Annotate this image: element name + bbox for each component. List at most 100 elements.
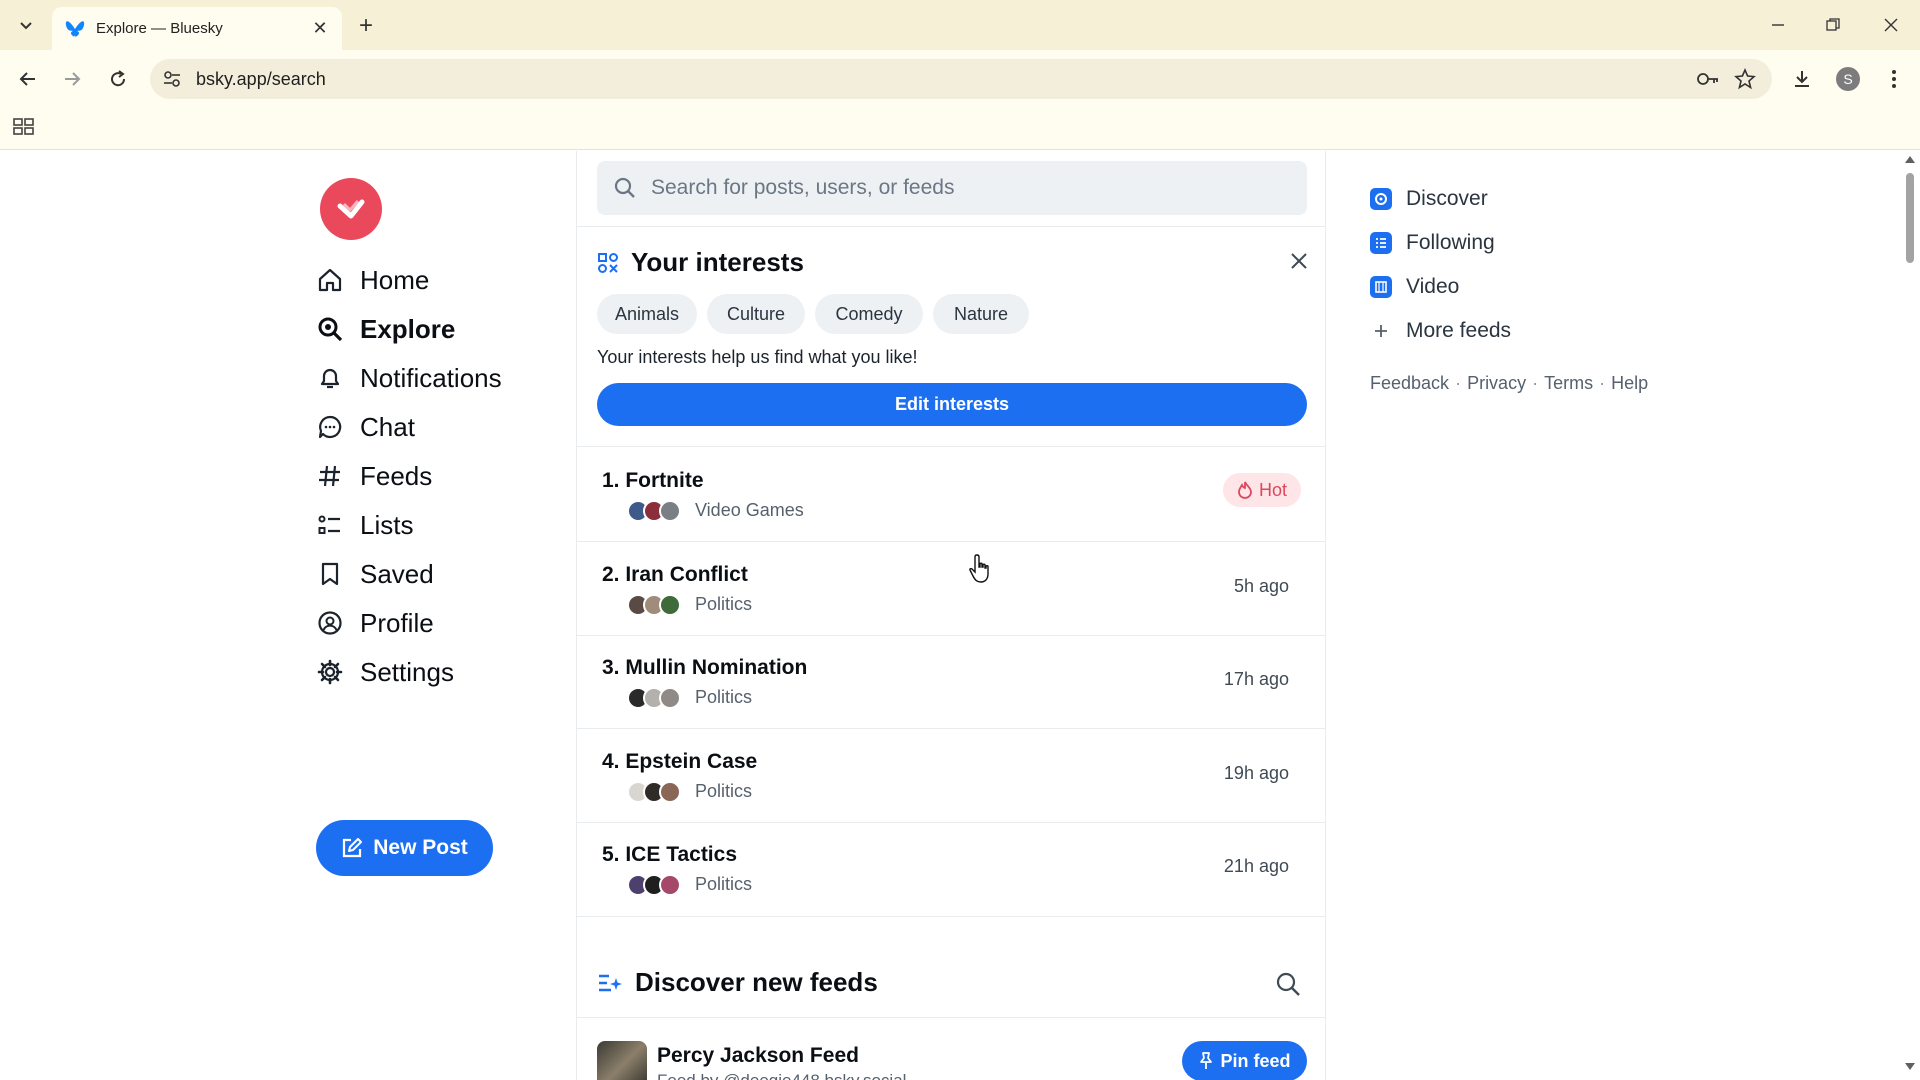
feed-name: Percy Jackson Feed	[657, 1044, 859, 1067]
feed-link-label: Discover	[1406, 187, 1488, 210]
trend-time: 5h ago	[1233, 576, 1289, 596]
search-placeholder: Search for posts, users, or feeds	[651, 176, 955, 199]
search-icon	[316, 315, 344, 343]
footer-help-link[interactable]: Help	[1611, 373, 1648, 394]
nav-lists[interactable]: Lists	[316, 505, 413, 545]
scrollbar-thumb[interactable]	[1906, 173, 1914, 263]
nav-profile[interactable]: Profile	[316, 603, 434, 643]
feed-suggestion-row[interactable]: Percy Jackson Feed Feed by @deegie448.bs…	[597, 1039, 1307, 1080]
interests-shapes-icon	[598, 252, 618, 273]
kebab-menu-icon	[1892, 70, 1896, 88]
footer-privacy-link[interactable]: Privacy	[1467, 373, 1526, 394]
download-icon	[1795, 71, 1809, 87]
feed-link-video[interactable]: Video	[1370, 275, 1459, 299]
nav-label: Explore	[360, 313, 456, 344]
page-scrollbar[interactable]	[1900, 151, 1920, 1080]
forward-button[interactable]	[56, 63, 88, 95]
nav-saved[interactable]: Saved	[316, 554, 434, 594]
bluesky-page: Home Explore Notifications Chat Feeds Li…	[0, 151, 1920, 1080]
nav-settings[interactable]: Settings	[316, 652, 454, 692]
trend-avatars	[627, 874, 681, 896]
downloads-button[interactable]	[1786, 63, 1818, 95]
nav-explore[interactable]: Explore	[316, 309, 455, 349]
home-icon	[316, 266, 344, 294]
scroll-up-arrow-icon[interactable]	[1905, 155, 1915, 163]
compose-icon	[343, 838, 363, 858]
bell-icon	[316, 364, 344, 392]
trend-name: 4. Epstein Case	[602, 750, 758, 773]
trending-row[interactable]: 3. Mullin Nomination Politics 17h ago	[577, 634, 1325, 727]
address-url[interactable]: bsky.app/search	[196, 69, 326, 90]
tab-search-dropdown[interactable]	[10, 10, 42, 40]
feed-link-discover[interactable]: Discover	[1370, 187, 1488, 211]
browser-menu-button[interactable]	[1878, 63, 1910, 95]
new-post-label: New Post	[373, 836, 468, 859]
profile-button[interactable]: S	[1832, 63, 1864, 95]
trend-avatars	[627, 781, 681, 803]
search-feeds-icon[interactable]	[1275, 971, 1301, 997]
close-tab-icon[interactable]: ✕	[310, 18, 330, 39]
reload-button[interactable]	[102, 63, 134, 95]
interest-chip-culture[interactable]: Culture	[707, 294, 805, 334]
address-bar[interactable]: bsky.app/search	[150, 59, 1772, 99]
restore-icon[interactable]	[1810, 8, 1856, 42]
user-avatar-logo[interactable]	[320, 178, 382, 240]
new-post-button[interactable]: New Post	[316, 820, 493, 876]
tab-groups-icon[interactable]	[12, 115, 36, 139]
interest-chip-nature[interactable]: Nature	[933, 294, 1029, 334]
trend-avatars	[627, 687, 681, 709]
more-feeds-label: More feeds	[1406, 319, 1512, 342]
nav-label: Lists	[360, 509, 414, 540]
arrow-left-icon	[19, 72, 35, 86]
trend-name: 1. Fortnite	[602, 469, 704, 492]
trending-row[interactable]: 1. Fortnite Video Games Hot	[577, 447, 1325, 540]
trend-avatars	[627, 500, 681, 522]
sparkle-list-icon	[599, 974, 622, 991]
hot-badge-label: Hot	[1258, 479, 1287, 500]
trend-name: 2. Iran Conflict	[602, 563, 748, 586]
interests-help-text: Your interests help us find what you lik…	[597, 347, 918, 367]
video-feed-icon	[1370, 276, 1392, 298]
interest-chip-animals[interactable]: Animals	[597, 294, 697, 334]
nav-notifications[interactable]: Notifications	[316, 358, 502, 398]
feed-link-following[interactable]: Following	[1370, 231, 1495, 255]
tab-title: Explore — Bluesky	[96, 20, 223, 37]
chat-bubble-icon	[316, 413, 344, 441]
nav-label: Settings	[360, 656, 454, 687]
avatar	[659, 874, 681, 896]
discover-title: Discover new feeds	[635, 967, 878, 997]
avatar-glyph-icon	[337, 199, 365, 219]
profile-avatar: S	[1836, 67, 1860, 91]
trending-row[interactable]: 5. ICE Tactics Politics 21h ago	[577, 821, 1325, 914]
footer-terms-link[interactable]: Terms	[1544, 373, 1593, 394]
edit-interests-button[interactable]: Edit interests	[597, 383, 1307, 426]
nav-feeds[interactable]: Feeds	[316, 456, 432, 496]
footer-feedback-link[interactable]: Feedback	[1370, 373, 1449, 394]
search-input[interactable]: Search for posts, users, or feeds	[597, 161, 1307, 215]
pin-feed-button[interactable]: Pin feed	[1182, 1041, 1307, 1080]
trending-row[interactable]: 2. Iran Conflict Politics 5h ago	[577, 541, 1325, 634]
interests-title: Your interests	[631, 247, 804, 277]
browser-tab-active[interactable]: Explore — Bluesky ✕	[52, 7, 342, 50]
close-interests-button[interactable]	[1285, 247, 1313, 275]
password-key-icon[interactable]	[1696, 69, 1720, 89]
interest-chip-comedy[interactable]: Comedy	[815, 294, 923, 334]
discover-feed-icon	[1370, 188, 1392, 210]
close-icon	[1291, 253, 1307, 269]
trend-avatars	[627, 594, 681, 616]
trend-category: Politics	[695, 594, 753, 614]
bluesky-butterfly-icon	[65, 20, 85, 37]
nav-home[interactable]: Home	[316, 260, 429, 300]
trending-row[interactable]: 4. Epstein Case Politics 19h ago	[577, 728, 1325, 821]
nav-chat[interactable]: Chat	[316, 407, 415, 447]
feed-link-label: Following	[1406, 231, 1495, 254]
back-button[interactable]	[12, 63, 44, 95]
new-tab-button[interactable]: +	[352, 12, 380, 40]
minimize-icon[interactable]	[1755, 8, 1801, 42]
close-window-icon[interactable]	[1868, 8, 1914, 42]
more-feeds-link[interactable]: More feeds	[1370, 319, 1511, 343]
site-settings-icon[interactable]	[162, 69, 182, 89]
trend-category: Video Games	[695, 500, 804, 520]
bookmark-star-icon[interactable]	[1734, 68, 1756, 90]
scroll-down-arrow-icon[interactable]	[1905, 1063, 1915, 1071]
